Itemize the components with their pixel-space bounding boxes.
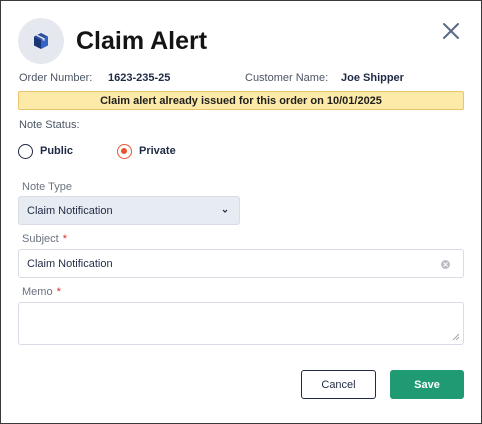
cancel-button[interactable]: Cancel bbox=[301, 370, 376, 399]
note-type-value: Claim Notification bbox=[27, 204, 113, 217]
dialog-title: Claim Alert bbox=[76, 27, 208, 55]
note-type-select[interactable]: Claim Notification bbox=[18, 196, 240, 225]
chevron-down-icon bbox=[222, 209, 228, 213]
radio-public-label: Public bbox=[40, 145, 74, 157]
close-button[interactable] bbox=[439, 19, 463, 43]
memo-required-mark: * bbox=[56, 286, 61, 298]
subject-label: Subject bbox=[22, 233, 59, 245]
radio-public-circle[interactable] bbox=[18, 143, 33, 159]
note-type-label: Note Type bbox=[22, 181, 72, 193]
subject-label-row: Subject * bbox=[22, 233, 67, 245]
subject-value: Claim Notification bbox=[27, 257, 113, 270]
customer-name-value: Joe Shipper bbox=[341, 72, 404, 84]
radio-public[interactable]: Public bbox=[18, 141, 73, 161]
close-icon bbox=[443, 23, 459, 39]
claim-alert-banner: Claim alert already issued for this orde… bbox=[18, 91, 464, 110]
order-info-row: Order Number: 1623-235-25 Customer Name:… bbox=[19, 72, 465, 86]
order-number-value: 1623-235-25 bbox=[108, 72, 171, 84]
radio-private-label: Private bbox=[139, 145, 176, 157]
order-number-label: Order Number: bbox=[19, 72, 93, 84]
note-status-label: Note Status: bbox=[19, 119, 80, 131]
claim-alert-dialog: Claim Alert Order Number: 1623-235-25 Cu… bbox=[0, 0, 482, 424]
customer-name-label: Customer Name: bbox=[245, 72, 329, 84]
memo-label-row: Memo * bbox=[22, 286, 61, 298]
save-button[interactable]: Save bbox=[390, 370, 464, 399]
header-icon-badge bbox=[18, 18, 64, 64]
radio-private[interactable]: Private bbox=[117, 141, 176, 161]
subject-required-mark: * bbox=[62, 233, 67, 245]
memo-label: Memo bbox=[22, 286, 53, 298]
radio-private-circle[interactable] bbox=[117, 143, 132, 159]
resize-handle-icon[interactable] bbox=[452, 333, 459, 340]
memo-textarea[interactable] bbox=[18, 302, 464, 345]
package-icon bbox=[34, 33, 48, 49]
subject-input[interactable]: Claim Notification bbox=[18, 249, 464, 278]
clear-icon[interactable] bbox=[441, 260, 450, 269]
